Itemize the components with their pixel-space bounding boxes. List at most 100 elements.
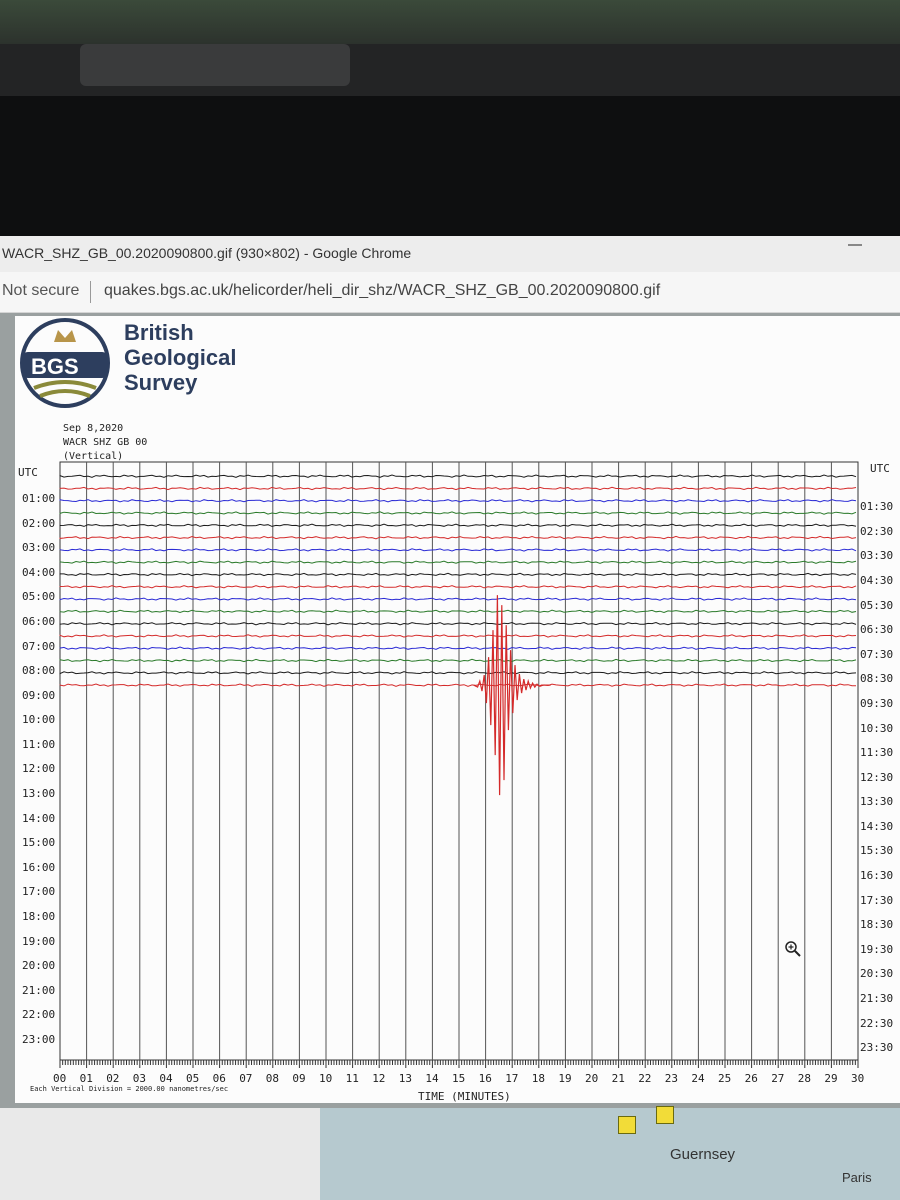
x-axis-label: 05 <box>186 1072 200 1085</box>
x-axis-label: 16 <box>478 1072 492 1085</box>
x-axis-label: 18 <box>531 1072 546 1085</box>
x-axis-label: 12 <box>372 1072 386 1085</box>
left-axis-label: 07:00 <box>22 639 56 653</box>
trace-line <box>59 609 857 614</box>
left-axis-label: 19:00 <box>22 934 56 948</box>
trace-line <box>59 548 857 552</box>
x-axis-label: 19 <box>558 1072 572 1085</box>
left-axis-label: 05:00 <box>22 590 56 604</box>
trace-line <box>59 585 857 589</box>
right-axis-label: 18:30 <box>860 918 894 932</box>
left-axis-label: 10:00 <box>22 713 56 727</box>
trace-line <box>59 683 856 687</box>
left-axis-label: 23:00 <box>22 1032 56 1046</box>
right-axis-label: 10:30 <box>860 721 894 735</box>
right-axis-label: 22:30 <box>860 1016 894 1030</box>
left-axis-label: 04:00 <box>22 565 56 579</box>
trace-line <box>59 560 857 564</box>
x-axis-label: 08 <box>265 1072 280 1085</box>
right-axis-label: 17:30 <box>860 893 894 907</box>
right-axis-label: 16:30 <box>860 869 894 883</box>
x-axis-label: 02 <box>106 1072 120 1085</box>
x-axis-label: 06 <box>212 1072 226 1085</box>
left-axis-label: 21:00 <box>22 983 56 997</box>
right-axis-label: 23:30 <box>860 1041 894 1055</box>
x-axis-label: 29 <box>824 1072 838 1085</box>
map-land <box>0 1108 320 1200</box>
trace-line <box>59 634 857 638</box>
left-axis-label: 15:00 <box>22 836 56 850</box>
right-axis-label: 09:30 <box>860 696 894 710</box>
right-axis-label: 05:30 <box>860 598 894 612</box>
x-axis-label: 22 <box>638 1072 652 1085</box>
x-axis-label: 21 <box>611 1072 625 1085</box>
right-axis-label: 02:30 <box>860 524 894 538</box>
left-axis-label: 13:00 <box>22 787 56 800</box>
right-axis-label: 11:30 <box>860 746 894 760</box>
x-axis-label: 11 <box>345 1072 359 1085</box>
map-marker[interactable] <box>618 1116 636 1134</box>
right-axis-label: 13:30 <box>860 795 894 809</box>
right-axis-label: 06:30 <box>860 623 894 637</box>
left-axis-label: 03:00 <box>22 541 56 555</box>
x-axis-label: 30 <box>851 1072 865 1085</box>
right-axis-label: 01:30 <box>860 500 894 514</box>
scale-note: Each Vertical Division = 2000.00 nanomet… <box>30 1085 229 1093</box>
map-label-guernsey: Guernsey <box>670 1146 736 1163</box>
map-label-paris: Paris <box>842 1170 872 1185</box>
right-axis-label: 04:30 <box>860 574 894 588</box>
left-axis-label: 09:00 <box>22 688 56 702</box>
trace-line <box>59 572 857 577</box>
trace-line <box>59 511 857 515</box>
trace-line <box>59 535 857 540</box>
x-axis-label: 25 <box>718 1072 732 1085</box>
trace-line <box>59 486 857 491</box>
right-axis-label: 07:30 <box>860 647 894 661</box>
map-background <box>320 1108 900 1200</box>
right-axis-label: 15:30 <box>860 844 894 858</box>
right-axis-label: 08:30 <box>860 672 894 686</box>
left-axis-label: 11:00 <box>22 737 56 751</box>
x-axis-label: 24 <box>691 1072 705 1085</box>
zoom-in-icon[interactable] <box>784 940 802 958</box>
left-axis-label: 06:00 <box>22 614 56 628</box>
trace-line <box>59 646 857 650</box>
left-axis-label: 16:00 <box>22 860 56 874</box>
right-axis-label: 21:30 <box>860 991 894 1005</box>
trace-line <box>59 474 857 478</box>
left-axis-label: 17:00 <box>22 885 56 899</box>
x-axis-label: 27 <box>771 1072 785 1085</box>
x-axis-label: 20 <box>585 1072 599 1085</box>
x-axis-label: 00 <box>53 1072 67 1085</box>
trace-line <box>59 597 857 601</box>
right-axis-label: 19:30 <box>860 942 894 956</box>
left-axis-label: 20:00 <box>22 959 56 973</box>
right-axis-label: 03:30 <box>860 549 894 563</box>
map-marker[interactable] <box>656 1106 674 1124</box>
trace-line <box>59 621 857 626</box>
trace-line <box>59 658 857 663</box>
trace-line <box>59 523 857 527</box>
x-axis-label: 10 <box>319 1072 333 1085</box>
right-axis-label: 20:30 <box>860 967 894 981</box>
x-axis-label: 07 <box>239 1072 253 1085</box>
x-axis-label: 14 <box>425 1072 439 1085</box>
x-axis-label: 09 <box>292 1072 306 1085</box>
x-axis-label: 26 <box>744 1072 758 1085</box>
helicorder-plot <box>59 461 859 1068</box>
trace-line <box>59 671 857 675</box>
trace-line <box>59 499 857 503</box>
x-axis-label: 17 <box>505 1072 519 1085</box>
x-axis-label: 28 <box>797 1072 812 1085</box>
left-axis-label: 18:00 <box>22 909 56 923</box>
x-axis-label: 15 <box>452 1072 466 1085</box>
left-axis-label: 22:00 <box>22 1008 56 1022</box>
x-axis-label: 23 <box>664 1072 679 1085</box>
left-axis-label: 14:00 <box>22 811 56 825</box>
right-axis-label: 14:30 <box>860 819 894 833</box>
x-axis-title: TIME (MINUTES) <box>418 1090 511 1103</box>
x-axis-label: 04 <box>159 1072 173 1085</box>
left-axis-label: 12:00 <box>22 762 56 776</box>
left-axis-label: 08:00 <box>22 664 56 678</box>
left-axis-label: 02:00 <box>22 516 56 530</box>
